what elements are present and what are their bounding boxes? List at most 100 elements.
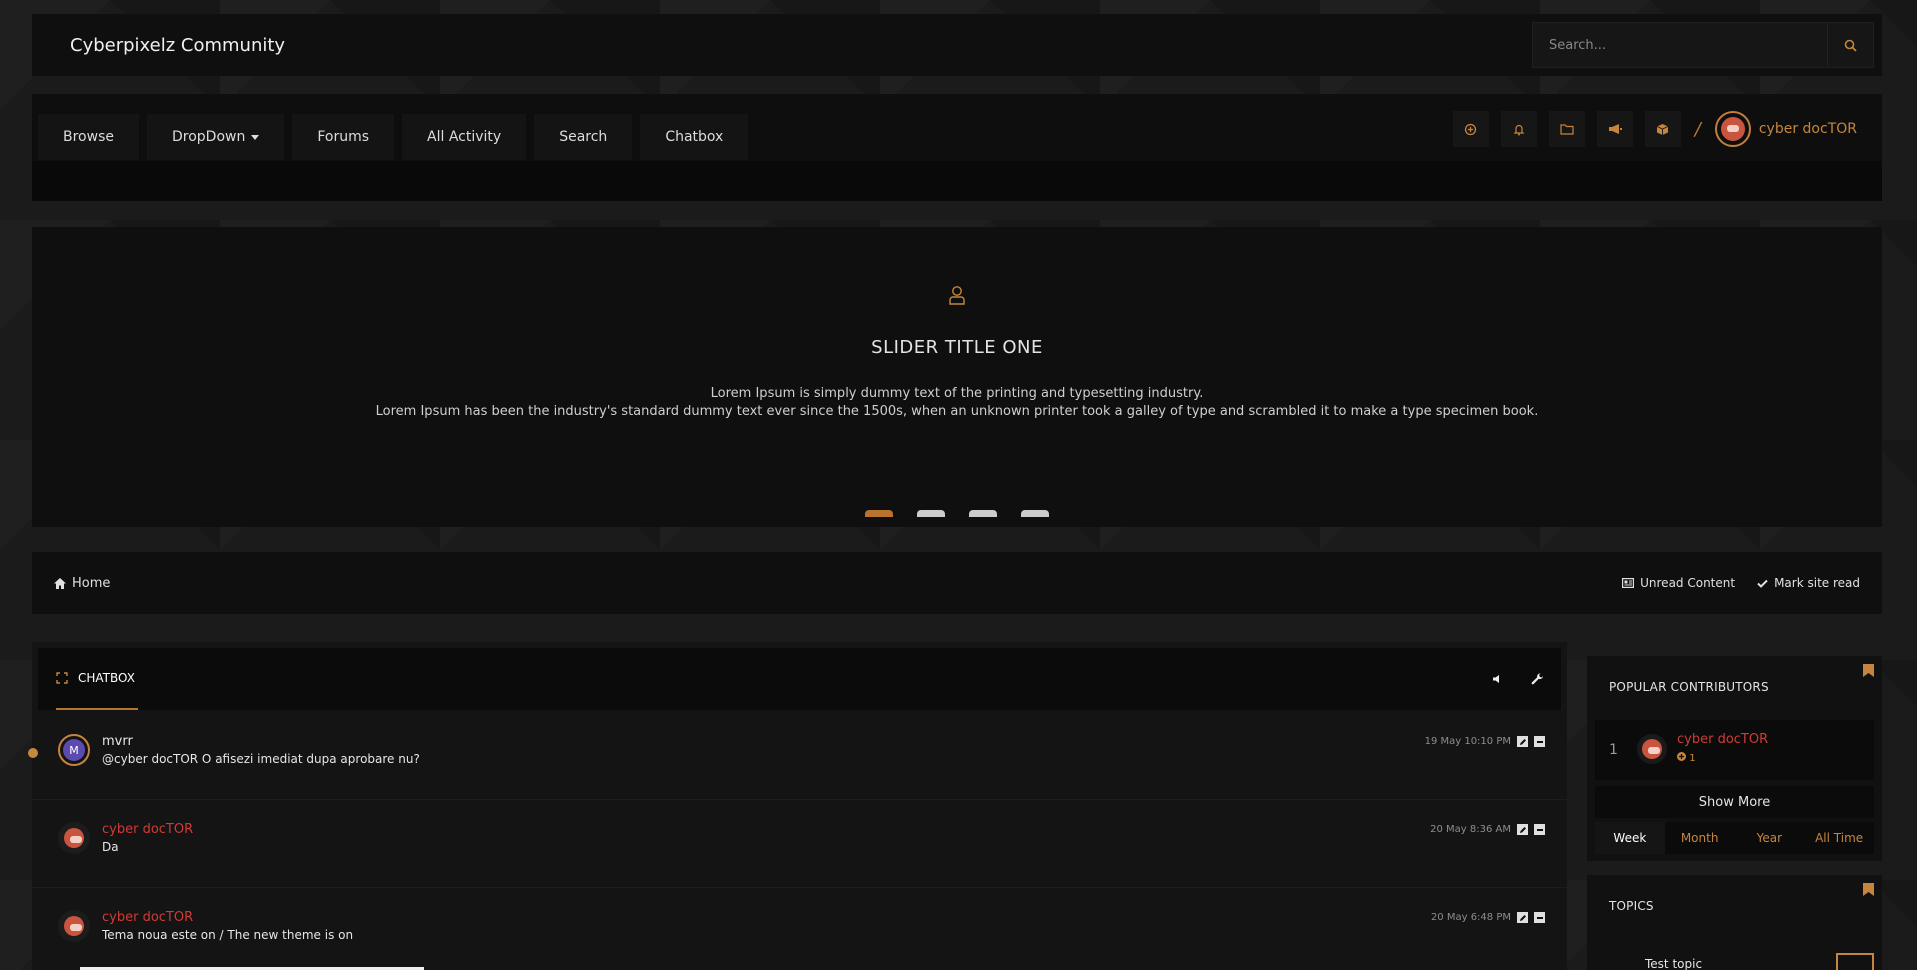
unread-content-link[interactable]: Unread Content xyxy=(1622,576,1735,590)
hero-slider: SLIDER TITLE ONE Lorem Ipsum is simply d… xyxy=(32,227,1882,527)
edit-message-button[interactable] xyxy=(1517,824,1528,835)
topic-link[interactable]: Test topic xyxy=(1645,957,1702,970)
popular-contributors-widget: POPULAR CONTRIBUTORS 1 cyber docTOR 1 Sh… xyxy=(1587,656,1882,861)
home-icon xyxy=(54,577,66,589)
message-text: Da xyxy=(102,840,119,854)
slider-dot-2[interactable] xyxy=(917,510,945,517)
create-button[interactable] xyxy=(1452,111,1489,147)
user-tools: / cyber docTOR xyxy=(1452,111,1857,147)
sound-toggle-button[interactable] xyxy=(1483,665,1511,693)
avatar[interactable]: M xyxy=(58,734,90,766)
slider-line-1: Lorem Ipsum is simply dummy text of the … xyxy=(710,386,1204,401)
megaphone-icon xyxy=(1608,124,1622,134)
nav-tab-label: Browse xyxy=(63,129,114,145)
nav-tab-all-activity[interactable]: All Activity xyxy=(402,114,527,160)
announcements-button[interactable] xyxy=(1596,111,1633,147)
edit-message-button[interactable] xyxy=(1517,912,1528,923)
avatar-letter: M xyxy=(63,739,85,761)
create-icon xyxy=(1465,123,1477,135)
site-title[interactable]: Cyberpixelz Community xyxy=(70,35,285,56)
avatar[interactable] xyxy=(1637,734,1667,764)
chat-message: cyber docTOR Da 20 May 8:36 AM xyxy=(32,800,1567,888)
nav-tab-search[interactable]: Search xyxy=(534,114,633,160)
search-button[interactable] xyxy=(1827,23,1873,67)
newspaper-icon xyxy=(1622,578,1635,588)
plus-circle-icon xyxy=(1677,752,1686,761)
avatar[interactable] xyxy=(58,910,90,942)
widget-title: POPULAR CONTRIBUTORS xyxy=(1609,680,1769,694)
subnav-bar xyxy=(32,161,1882,201)
folder-icon xyxy=(1560,124,1574,135)
bookmark-button[interactable] xyxy=(1863,883,1874,900)
files-button[interactable] xyxy=(1548,111,1585,147)
period-all-time-tab[interactable]: All Time xyxy=(1804,822,1874,854)
unread-content-label: Unread Content xyxy=(1640,576,1736,590)
message-meta: 19 May 10:10 PM xyxy=(1425,736,1545,747)
delete-message-button[interactable] xyxy=(1534,912,1545,923)
pencil-icon xyxy=(1519,738,1526,745)
period-month-tab[interactable]: Month xyxy=(1665,822,1735,854)
chatbox-title: CHATBOX xyxy=(78,671,135,685)
avatar-image xyxy=(1720,117,1745,141)
avatar-image xyxy=(1642,739,1662,759)
message-time: 20 May 6:48 PM xyxy=(1430,912,1511,923)
breadcrumb-bar: Home Unread Content Mark site read xyxy=(32,552,1882,614)
period-week-tab[interactable]: Week xyxy=(1595,822,1665,854)
user-menu-link[interactable]: cyber docTOR xyxy=(1759,121,1857,137)
online-indicator xyxy=(28,748,38,758)
search-icon xyxy=(1844,39,1857,52)
message-author[interactable]: cyber docTOR xyxy=(102,822,193,837)
fullscreen-icon xyxy=(56,672,68,684)
slider-dot-4[interactable] xyxy=(1021,510,1049,517)
nav-tab-dropdown[interactable]: DropDown xyxy=(146,114,285,160)
pencil-icon xyxy=(1519,826,1526,833)
avatar-image xyxy=(64,916,84,936)
message-time: 20 May 8:36 AM xyxy=(1430,824,1511,835)
breadcrumb-home[interactable]: Home xyxy=(54,576,110,591)
user-avatar[interactable] xyxy=(1714,111,1751,147)
slider-line-2: Lorem Ipsum has been the industry's stan… xyxy=(375,404,1539,419)
delete-message-button[interactable] xyxy=(1534,736,1545,747)
nav-tab-label: Search xyxy=(559,129,608,145)
mark-site-read-label: Mark site read xyxy=(1774,576,1860,590)
slider-dot-3[interactable] xyxy=(969,510,997,517)
topics-widget: TOPICS Test topic xyxy=(1587,875,1882,970)
check-icon xyxy=(1757,579,1768,588)
message-meta: 20 May 6:48 PM xyxy=(1431,912,1545,923)
message-author[interactable]: mvrr xyxy=(102,734,133,749)
mark-site-read-link[interactable]: Mark site read xyxy=(1757,576,1860,590)
caret-down-icon xyxy=(251,134,260,140)
message-author[interactable]: cyber docTOR xyxy=(102,910,193,925)
message-text: Tema noua este on / The new theme is on xyxy=(102,928,354,942)
nav-tab-forums[interactable]: Forums xyxy=(292,114,395,160)
minus-icon xyxy=(1536,740,1543,743)
contributor-reputation: 1 xyxy=(1677,752,1696,764)
bell-icon xyxy=(1513,124,1525,135)
bookmark-icon xyxy=(1863,664,1874,677)
period-year-tab[interactable]: Year xyxy=(1735,822,1805,854)
bookmark-button[interactable] xyxy=(1863,664,1874,681)
avatar[interactable] xyxy=(58,822,90,854)
search-box xyxy=(1532,22,1874,68)
nav-tab-label: Chatbox xyxy=(665,129,724,145)
slider-dot-1[interactable] xyxy=(865,510,893,517)
nav-tab-chatbox[interactable]: Chatbox xyxy=(640,114,749,160)
chat-settings-button[interactable] xyxy=(1523,665,1551,693)
search-input[interactable] xyxy=(1533,23,1827,67)
notifications-button[interactable] xyxy=(1500,111,1537,147)
main-navigation: Browse DropDown Forums All Activity Sear… xyxy=(32,94,1882,201)
edit-message-button[interactable] xyxy=(1517,736,1528,747)
speaker-icon xyxy=(1493,675,1499,683)
contributor-row: 1 cyber docTOR 1 xyxy=(1595,720,1874,780)
contributor-name[interactable]: cyber docTOR xyxy=(1677,732,1768,747)
breadcrumb-actions: Unread Content Mark site read xyxy=(1622,576,1860,590)
nav-tab-label: Forums xyxy=(317,129,370,145)
delete-message-button[interactable] xyxy=(1534,824,1545,835)
nav-tab-browse[interactable]: Browse xyxy=(38,114,139,160)
chatbox-panel: CHATBOX M mvrr @cyber docTOR O afisezi i… xyxy=(28,642,1567,970)
store-button[interactable] xyxy=(1644,111,1681,147)
show-more-button[interactable]: Show More xyxy=(1595,786,1874,818)
chatbox-header: CHATBOX xyxy=(38,648,1561,710)
chatbox-tab[interactable]: CHATBOX xyxy=(56,648,138,710)
minus-icon xyxy=(1536,828,1543,831)
